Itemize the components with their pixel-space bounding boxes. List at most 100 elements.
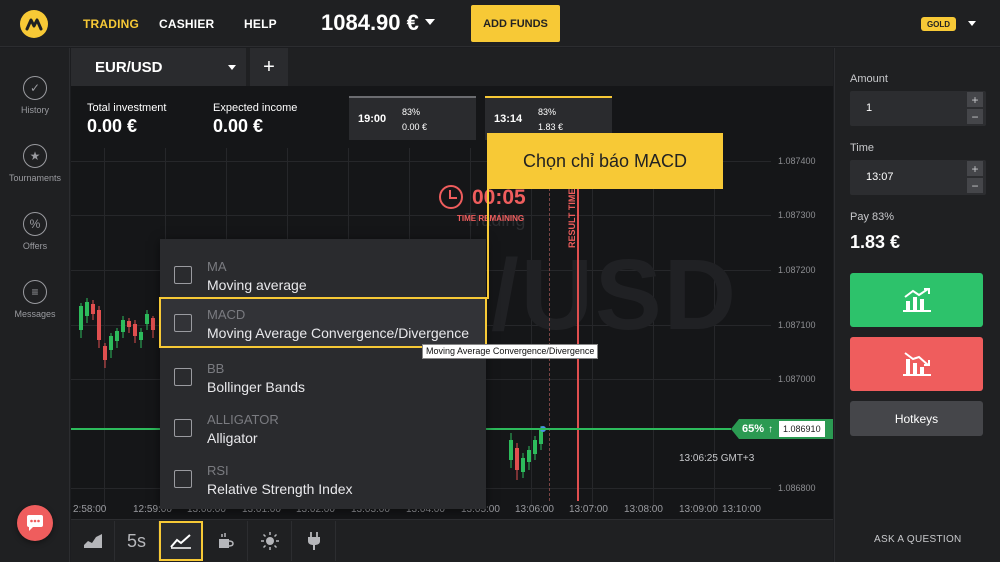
chat-button[interactable] (17, 505, 53, 541)
trade-panel: Amount 1 + − Time 13:07 + − Pay 83% 1.83… (834, 48, 1000, 562)
amount-label: Amount (850, 73, 888, 85)
chat-icon (27, 515, 43, 531)
time-tick-label: 13:09:00 (679, 504, 718, 515)
chart-down-icon (902, 352, 931, 376)
indicator-name: Moving average (207, 277, 307, 293)
price-tick-label: 1.087100 (778, 320, 816, 330)
time-tick-label: 13:07:00 (569, 504, 608, 515)
countdown-timer: 00:05 (472, 186, 526, 209)
time-label: Time (850, 142, 875, 154)
price-tick-label: 1.086800 (778, 483, 816, 493)
balance[interactable]: 1084.90 € (321, 10, 419, 36)
checkbox[interactable] (174, 419, 192, 437)
history-icon: ✓ (23, 76, 47, 100)
indicator-item-ma[interactable]: MA Moving average (160, 243, 486, 294)
trade-up-button[interactable] (850, 273, 983, 327)
sidebar-item-history[interactable]: ✓ History (0, 76, 70, 115)
price-tick-label: 1.087200 (778, 265, 816, 275)
indicator-abbr: MA (207, 259, 227, 274)
expiration-line (549, 178, 550, 501)
chart-toolbar: 5s (71, 519, 833, 562)
chart-up-icon (902, 288, 931, 312)
sidebar-item-offers[interactable]: % Offers (0, 212, 70, 251)
amount-value: 1 (866, 102, 873, 114)
sidebar-item-label: History (20, 105, 49, 115)
trophy-icon: ★ (23, 144, 47, 168)
nav-trading[interactable]: TRADING (83, 17, 139, 31)
percent-icon: % (23, 212, 47, 236)
checkbox[interactable] (174, 266, 192, 284)
coffee-icon (218, 533, 234, 548)
plug-icon (307, 532, 320, 550)
tooltip: Moving Average Convergence/Divergence (422, 344, 599, 359)
time-tick-label: 13:08:00 (624, 504, 663, 515)
sidebar-item-messages[interactable]: ≡ Messages (0, 280, 70, 319)
time-tick-label: 13:06:00 (515, 504, 554, 515)
arrow-up-icon: ↑ (768, 423, 774, 435)
amount-decrease-button[interactable]: − (967, 109, 983, 124)
logo-icon[interactable] (20, 10, 48, 38)
timer-icon (439, 185, 463, 209)
top-bar: TRADING CASHIER HELP 1084.90 € ADD FUNDS… (0, 0, 1000, 47)
time-tick-label: 2:58:00 (73, 504, 107, 515)
result-time-label: RESULT TIME (567, 188, 577, 248)
chart-type-button[interactable] (71, 521, 115, 561)
amount-input[interactable]: 1 + − (850, 91, 986, 126)
sidebar-item-label: Messages (14, 309, 56, 319)
pay-value: 1.83 € (850, 232, 901, 252)
sidebar-item-tournaments[interactable]: ★ Tournaments (0, 144, 70, 183)
checkbox[interactable] (174, 470, 192, 488)
result-time-line (577, 178, 579, 501)
theme-button[interactable] (248, 521, 292, 561)
account-level-badge[interactable]: GOLD (921, 17, 956, 31)
nav-help[interactable]: HELP (244, 17, 277, 31)
balance-chevron-down-icon[interactable] (425, 19, 435, 25)
area-chart-icon (83, 534, 102, 548)
sidebar: ✓ History ★ Tournaments % Offers ≡ Messa… (0, 48, 70, 562)
indicator-abbr: ALLIGATOR (207, 412, 279, 427)
amount-increase-button[interactable]: + (967, 92, 983, 107)
add-funds-button[interactable]: ADD FUNDS (471, 5, 560, 42)
indicators-button[interactable] (159, 521, 203, 561)
pay-label: Pay 83% (850, 211, 895, 223)
indicator-name: Moving Average Convergence/Divergence (207, 325, 470, 341)
indicator-item-alligator[interactable]: ALLIGATOR Alligator (160, 396, 486, 447)
server-clock: 13:06:25 GMT+3 (679, 453, 755, 464)
ask-question-link[interactable]: ASK A QUESTION (874, 534, 962, 545)
time-value: 13:07 (866, 171, 894, 183)
time-input[interactable]: 13:07 + − (850, 160, 986, 195)
indicator-item-macd[interactable]: MACD Moving Average Convergence/Divergen… (159, 297, 487, 348)
callout-connector (487, 189, 489, 299)
indicator-abbr: RSI (207, 463, 229, 478)
price-tick-label: 1.087400 (778, 156, 816, 166)
trade-down-button[interactable] (850, 337, 983, 391)
indicator-abbr: MACD (207, 307, 246, 322)
time-remaining-label: TIME REMAINING (457, 214, 525, 223)
indicators-icon (170, 534, 191, 549)
price-tick-label: 1.087000 (778, 374, 816, 384)
tutorial-callout: Chọn chỉ báo MACD (487, 133, 723, 189)
timeframe-button[interactable]: 5s (115, 521, 159, 561)
indicator-item-rsi[interactable]: RSI Relative Strength Index (160, 447, 486, 498)
time-increase-button[interactable]: + (967, 161, 983, 176)
current-price: 1.086910 (779, 421, 825, 437)
account-chevron-down-icon[interactable] (968, 21, 976, 26)
price-tick-label: 1.087300 (778, 210, 816, 220)
indicator-name: Relative Strength Index (207, 481, 353, 497)
hotkeys-button[interactable]: Hotkeys (850, 401, 983, 436)
time-decrease-button[interactable]: − (967, 178, 983, 193)
drawing-tools-button[interactable] (204, 521, 248, 561)
time-tick-label: 13:10:00 (722, 504, 761, 515)
indicator-abbr: BB (207, 361, 225, 376)
plugins-button[interactable] (292, 521, 336, 561)
sentiment-pct: 65% (742, 423, 765, 435)
indicator-menu: MA Moving average MACD Moving Average Co… (159, 239, 487, 509)
indicator-name: Alligator (207, 430, 258, 446)
checkbox[interactable] (174, 368, 192, 386)
checkbox[interactable] (174, 314, 192, 332)
sidebar-item-label: Offers (22, 241, 48, 251)
sidebar-item-label: Tournaments (8, 173, 62, 183)
nav-cashier[interactable]: CASHIER (159, 17, 214, 31)
brightness-icon (260, 532, 279, 550)
current-price-badge: 65% ↑ 1.086910 (731, 419, 833, 439)
